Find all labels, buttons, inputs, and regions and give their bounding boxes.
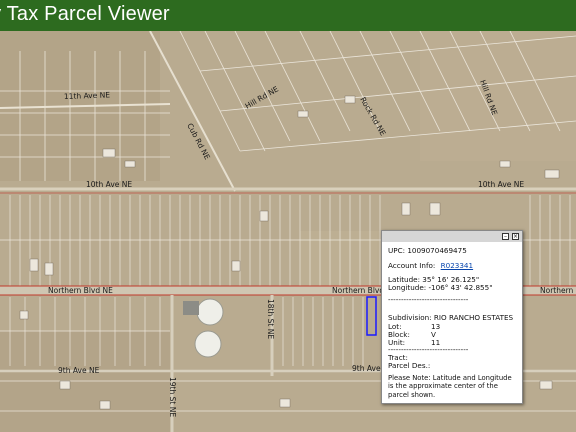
- road-label-northern-right: Northern: [540, 286, 574, 295]
- water-tank: [196, 298, 224, 326]
- road-label-northern-mid: Northern Blvd: [332, 286, 384, 295]
- road-label-10th-ave-left: 10th Ave NE: [86, 180, 132, 189]
- minimize-icon[interactable]: –: [502, 233, 509, 240]
- app-window: nty Tax Parcel Viewer: [0, 0, 576, 432]
- road-label-19th-st: 19th St NE: [168, 377, 177, 417]
- popup-note: Please Note: Latitude and Longitude is t…: [388, 374, 512, 399]
- road-label-11th-ave: 11th Ave NE: [64, 90, 111, 101]
- road-label-9th-ave-left: 9th Ave NE: [58, 366, 100, 375]
- parcel-info-popup: – × UPC: 1009070469475 Account Info: R02…: [381, 230, 523, 404]
- road-label-10th-ave-right: 10th Ave NE: [478, 180, 524, 189]
- parcel-des-text: Parcel Des.:: [388, 361, 431, 370]
- account-info: Account Info: R023341: [388, 261, 473, 270]
- app-header: nty Tax Parcel Viewer: [0, 0, 576, 31]
- account-link[interactable]: R023341: [441, 261, 473, 270]
- longitude-text: Longitude: -106° 43' 42.855": [388, 283, 493, 292]
- divider: -------------------------------: [388, 295, 469, 304]
- close-icon[interactable]: ×: [512, 233, 519, 240]
- road-label-northern-left: Northern Blvd NE: [48, 286, 113, 295]
- page-title: nty Tax Parcel Viewer: [0, 3, 170, 25]
- subdivision-text: Subdivision: RIO RANCHO ESTATES: [388, 313, 514, 322]
- account-label: Account Info:: [388, 261, 436, 270]
- water-tank: [194, 330, 222, 358]
- building: [183, 301, 199, 315]
- popup-titlebar[interactable]: – ×: [382, 231, 522, 242]
- road-label-18th-st: 18th St NE: [266, 299, 275, 339]
- upc-text: UPC: 1009070469475: [388, 246, 467, 255]
